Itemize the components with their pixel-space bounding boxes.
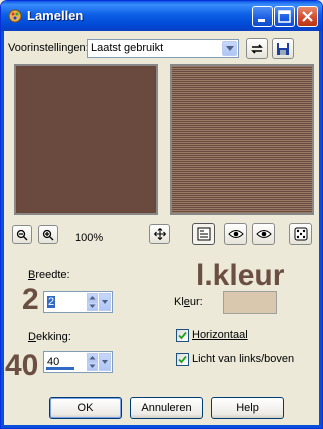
opacity-level-bar bbox=[46, 367, 74, 370]
proof-toggle-button[interactable] bbox=[192, 223, 215, 245]
pan-button[interactable] bbox=[149, 224, 170, 244]
ok-button[interactable]: OK bbox=[49, 397, 122, 419]
window-border-bottom bbox=[1, 425, 322, 428]
color-label: Kleur: bbox=[174, 296, 203, 308]
move-icon bbox=[153, 228, 166, 240]
auto-proof-button[interactable] bbox=[252, 223, 275, 245]
original-preview[interactable] bbox=[14, 64, 158, 215]
width-label: Breedte: bbox=[28, 269, 70, 281]
width-value: 2 bbox=[47, 296, 56, 308]
spin-up-icon[interactable] bbox=[87, 353, 98, 362]
width-updown[interactable] bbox=[87, 293, 98, 311]
title-bar[interactable]: Lamellen bbox=[1, 1, 322, 31]
randomize-button[interactable] bbox=[289, 223, 312, 245]
minimize-icon bbox=[258, 19, 265, 22]
presets-value: Laatst gebruikt bbox=[91, 42, 164, 54]
dice-icon bbox=[294, 227, 307, 241]
horizontal-checkbox[interactable] bbox=[176, 329, 189, 342]
width-spinbox[interactable]: 2 bbox=[43, 291, 113, 313]
opacity-spinbox[interactable]: 40 bbox=[43, 351, 113, 373]
zoom-in-icon bbox=[42, 229, 54, 240]
presets-dropdown[interactable]: Laatst gebruikt bbox=[87, 39, 239, 58]
window-title: Lamellen bbox=[27, 8, 84, 23]
save-preset-button[interactable] bbox=[272, 38, 294, 59]
color-swatch[interactable] bbox=[223, 291, 277, 314]
color-label-post: ur: bbox=[189, 296, 203, 308]
reset-preset-button[interactable] bbox=[246, 38, 268, 59]
window-border-right bbox=[319, 31, 322, 428]
minimize-button[interactable] bbox=[252, 6, 273, 27]
horizontal-label[interactable]: Horizontaal bbox=[192, 329, 248, 341]
eye-icon bbox=[255, 230, 272, 238]
close-icon bbox=[302, 11, 313, 22]
preview-on-image-button[interactable] bbox=[224, 223, 247, 245]
opacity-dropdown-arrow[interactable] bbox=[99, 353, 111, 371]
maximize-button[interactable] bbox=[274, 6, 295, 27]
eye-refresh-icon bbox=[227, 230, 244, 238]
chevron-down-icon[interactable] bbox=[222, 41, 237, 56]
opacity-updown[interactable] bbox=[87, 353, 98, 371]
dialog-window: Lamellen Voorinstellingen: Laatst gebrui… bbox=[0, 0, 323, 429]
window-border-left bbox=[1, 31, 4, 428]
light-from-top-left-checkbox[interactable] bbox=[176, 353, 189, 366]
close-button[interactable] bbox=[297, 6, 318, 27]
color-overlay-heading: l.kleur bbox=[196, 259, 285, 292]
spin-down-icon[interactable] bbox=[87, 302, 98, 311]
maximize-icon bbox=[278, 10, 291, 23]
width-label-rest: reedte: bbox=[35, 269, 70, 281]
opacity-overlay-number: 40 bbox=[5, 349, 39, 382]
result-preview[interactable] bbox=[170, 64, 314, 215]
checkmark-icon bbox=[178, 331, 187, 340]
app-icon bbox=[8, 9, 22, 23]
presets-label: Voorinstellingen: bbox=[8, 42, 89, 54]
original-preview-image bbox=[18, 68, 154, 211]
zoom-level: 100% bbox=[75, 232, 104, 244]
help-button[interactable]: Help bbox=[211, 397, 284, 419]
save-icon bbox=[277, 42, 289, 55]
light-from-top-left-label[interactable]: Licht van links/boven bbox=[192, 353, 294, 365]
width-dropdown-arrow[interactable] bbox=[99, 293, 111, 311]
width-overlay-number: 2 bbox=[22, 283, 39, 316]
spin-up-icon[interactable] bbox=[87, 293, 98, 302]
preview-panel-icon bbox=[197, 227, 210, 241]
opacity-label: Dekking: bbox=[28, 331, 71, 343]
color-label-pre: Kl bbox=[174, 296, 184, 308]
spin-down-icon[interactable] bbox=[87, 362, 98, 371]
opacity-label-rest: ekking: bbox=[35, 331, 71, 343]
cancel-button[interactable]: Annuleren bbox=[130, 397, 203, 419]
swap-arrows-icon bbox=[251, 43, 263, 54]
checkmark-icon bbox=[178, 355, 187, 364]
zoom-in-button[interactable] bbox=[38, 225, 58, 244]
zoom-out-button[interactable] bbox=[12, 225, 32, 244]
zoom-out-icon bbox=[16, 229, 28, 240]
